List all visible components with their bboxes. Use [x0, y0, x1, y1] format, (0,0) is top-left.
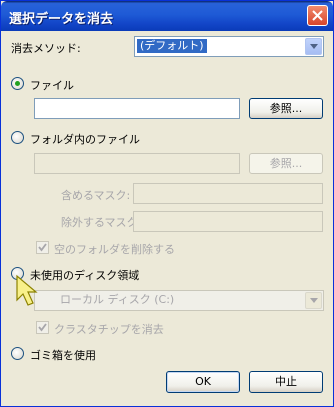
check-icon	[38, 243, 47, 252]
recycle-bin-label: ゴミ箱を使用	[30, 349, 96, 362]
drive-dropdown-button[interactable]	[305, 292, 322, 309]
folder-radio[interactable]	[11, 131, 24, 144]
folder-label: フォルダ内のファイル	[30, 133, 140, 146]
file-path-input[interactable]	[34, 98, 240, 119]
delete-empty-folders-checkbox[interactable]	[36, 241, 49, 254]
folder-browse-button[interactable]: 参照...	[249, 153, 323, 174]
erase-data-dialog: 選択データを消去 消去メソッド: (デフォルト) ファイル 参照... フォルダ…	[0, 0, 334, 407]
erase-method-select[interactable]: (デフォルト)	[134, 36, 324, 57]
include-mask-label: 含めるマスク:	[61, 189, 131, 202]
window-title: 選択データを消去	[9, 12, 114, 27]
ok-button[interactable]: OK	[166, 371, 240, 393]
title-bar[interactable]: 選択データを消去	[1, 1, 333, 31]
file-label: ファイル	[30, 79, 74, 92]
drive-select[interactable]: ローカル ディスク (C:)	[34, 290, 324, 311]
erase-method-label: 消去メソッド:	[11, 42, 81, 55]
close-button[interactable]	[307, 5, 328, 26]
erase-cluster-tips-checkbox[interactable]	[36, 321, 49, 334]
close-icon	[312, 10, 323, 21]
chevron-down-icon	[310, 44, 318, 49]
recycle-bin-radio[interactable]	[11, 347, 24, 360]
folder-path-input[interactable]	[34, 153, 240, 174]
erase-method-value: (デフォルト)	[137, 39, 207, 53]
erase-method-dropdown-button[interactable]	[305, 38, 322, 55]
erase-cluster-tips-label: クラスタチップを消去	[54, 323, 164, 336]
chevron-down-icon	[310, 298, 318, 303]
check-icon	[38, 323, 47, 332]
exclude-mask-label: 除外するマスク:	[61, 216, 142, 229]
drive-select-value: ローカル ディスク (C:)	[60, 293, 175, 306]
file-radio[interactable]	[11, 77, 24, 90]
file-browse-button[interactable]: 参照...	[249, 98, 323, 119]
mouse-pointer-icon	[16, 274, 38, 306]
cancel-button[interactable]: 中止	[249, 371, 323, 393]
delete-empty-folders-label: 空のフォルダを削除する	[54, 243, 175, 256]
include-mask-input[interactable]	[133, 183, 323, 204]
exclude-mask-input[interactable]	[133, 211, 323, 232]
